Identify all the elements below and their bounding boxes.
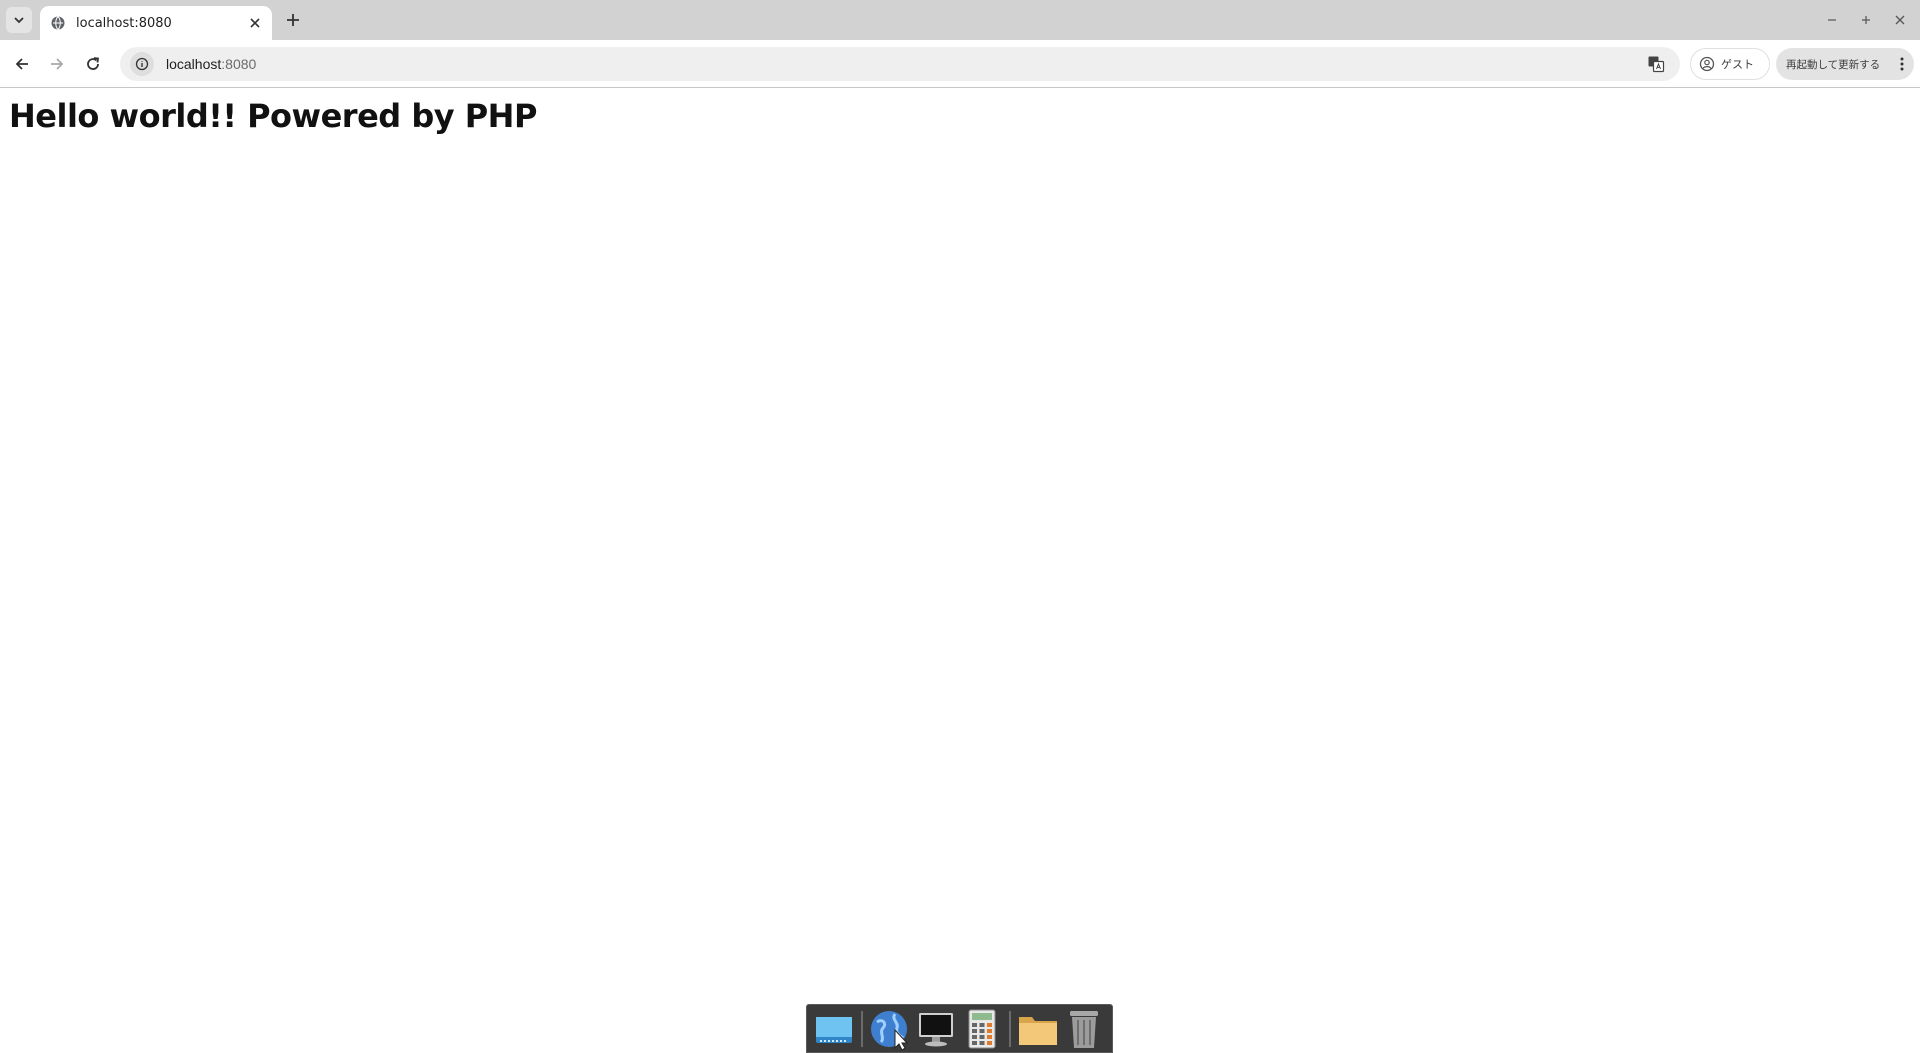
forward-button[interactable]: [45, 52, 69, 76]
calculator-icon: [968, 1009, 996, 1048]
tab-search-button[interactable]: [6, 7, 32, 33]
close-icon: [250, 18, 260, 28]
folder-icon: [1019, 1016, 1057, 1045]
browser-toolbar: localhost:8080 ゲスト 再起動して更新する: [0, 40, 1920, 88]
trash-icon: [1070, 1010, 1098, 1048]
url-host: localhost: [166, 56, 222, 72]
close-window-button[interactable]: [1890, 10, 1910, 30]
dock-item-file-manager[interactable]: [1015, 1007, 1061, 1051]
account-icon: [1699, 56, 1715, 72]
profile-button[interactable]: ゲスト: [1690, 48, 1770, 80]
url-port: :8080: [221, 56, 257, 72]
update-label: 再起動して更新する: [1786, 58, 1881, 71]
translate-icon: [1648, 56, 1665, 73]
page-content: Hello world!! Powered by PHP: [0, 89, 1920, 1053]
plus-icon: [287, 14, 299, 26]
dock-separator: [861, 1010, 863, 1047]
dock-item-trash[interactable]: [1061, 1007, 1107, 1051]
close-icon: [1895, 15, 1905, 25]
profile-label: ゲスト: [1721, 58, 1754, 71]
dock-item-web-browser[interactable]: [867, 1007, 913, 1051]
terminal-icon: [919, 1012, 953, 1046]
chevron-down-icon: [14, 17, 24, 24]
more-vert-icon: [1900, 57, 1904, 71]
reload-icon: [87, 57, 100, 70]
tab-title: localhost:8080: [76, 15, 172, 31]
translate-button[interactable]: [1644, 52, 1668, 76]
site-info-button[interactable]: [130, 52, 154, 76]
dock-item-terminal[interactable]: [913, 1007, 959, 1051]
new-tab-button[interactable]: [282, 9, 304, 31]
minimize-button[interactable]: [1822, 10, 1842, 30]
relaunch-update-button[interactable]: 再起動して更新する: [1776, 48, 1914, 80]
url-text[interactable]: localhost:8080: [166, 56, 1644, 72]
info-icon: [135, 57, 149, 71]
minimize-icon: [1828, 19, 1836, 21]
back-button[interactable]: [10, 52, 34, 76]
address-bar[interactable]: localhost:8080: [120, 47, 1680, 81]
arrow-left-icon: [15, 58, 28, 70]
dock-item-desktop[interactable]: [811, 1007, 857, 1051]
maximize-icon: [1862, 16, 1870, 24]
page-heading: Hello world!! Powered by PHP: [9, 97, 537, 135]
dock-item-calculator[interactable]: [959, 1007, 1005, 1051]
desktop-icon: [816, 1016, 852, 1043]
globe-icon: [50, 15, 66, 31]
tab-active[interactable]: localhost:8080: [40, 6, 272, 40]
arrow-right-icon: [51, 58, 64, 70]
reload-button[interactable]: [81, 52, 105, 76]
more-menu-button[interactable]: [1894, 52, 1910, 76]
web-browser-icon: [871, 1010, 909, 1050]
close-tab-button[interactable]: [246, 14, 264, 32]
tab-strip: localhost:8080: [0, 0, 1920, 40]
dock: [806, 1004, 1113, 1053]
dock-separator: [1009, 1010, 1011, 1047]
maximize-button[interactable]: [1856, 10, 1876, 30]
